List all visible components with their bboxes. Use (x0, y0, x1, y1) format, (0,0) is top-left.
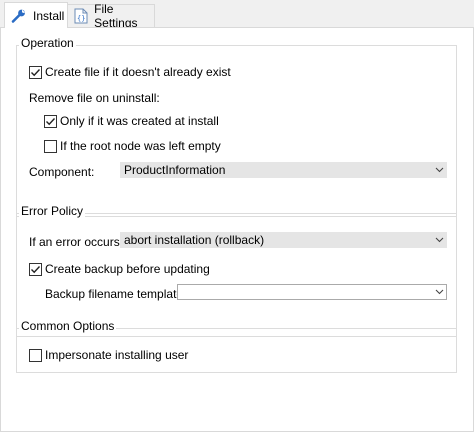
operation-group-title: Operation (19, 36, 76, 50)
error-action-value: abort installation (rollback) (124, 233, 265, 247)
common-options-group-title: Common Options (19, 319, 117, 333)
wrench-icon (11, 7, 27, 25)
tab-install-label: Install (33, 8, 65, 23)
check-icon (31, 68, 41, 76)
install-panel: Operation Create file if it doesn't alre… (0, 27, 474, 432)
error-action-dropdown[interactable]: abort installation (rollback) (120, 232, 447, 248)
if-root-empty-label: If the root node was left empty (60, 139, 221, 153)
impersonate-label: Impersonate installing user (45, 348, 189, 362)
impersonate-option[interactable]: Impersonate installing user (29, 348, 188, 362)
if-root-empty-option[interactable]: If the root node was left empty (44, 139, 221, 153)
error-policy-group-title: Error Policy (19, 204, 86, 218)
component-label-row: Component: (29, 165, 94, 179)
create-file-label: Create file if it doesn't already exist (45, 65, 231, 79)
impersonate-checkbox[interactable] (29, 348, 42, 362)
svg-text:{}: {} (77, 15, 85, 23)
remove-file-heading: Remove file on uninstall: (29, 91, 160, 105)
check-icon (46, 117, 56, 125)
json-file-icon: {} (74, 7, 88, 25)
backup-template-input[interactable] (177, 284, 447, 300)
chevron-down-icon (432, 167, 446, 173)
backup-template-label-row: Backup filename template: (45, 287, 186, 301)
error-label-row: If an error occurs: (29, 235, 123, 249)
backup-template-label: Backup filename template: (45, 287, 187, 301)
create-backup-label: Create backup before updating (45, 262, 210, 276)
create-backup-checkbox[interactable] (29, 262, 42, 276)
chevron-down-icon (432, 237, 446, 243)
tab-file-settings-label: File Settings (94, 2, 138, 30)
operation-group: Operation Create file if it doesn't alre… (16, 36, 457, 217)
component-label: Component: (29, 165, 95, 179)
common-options-group: Common Options Impersonate installing us… (16, 319, 457, 373)
chevron-down-icon (432, 289, 446, 295)
remove-file-label: Remove file on uninstall: (29, 91, 160, 105)
only-if-created-label: Only if it was created at install (60, 114, 219, 128)
tab-file-settings[interactable]: {} File Settings (67, 2, 155, 30)
component-dropdown[interactable]: ProductInformation (120, 162, 447, 178)
if-root-empty-checkbox[interactable] (44, 139, 57, 153)
error-occurs-label: If an error occurs: (29, 235, 124, 249)
create-file-option[interactable]: Create file if it doesn't already exist (29, 65, 231, 79)
check-icon (31, 265, 41, 273)
tab-bar: Install {} File Settings (0, 0, 474, 30)
create-backup-option[interactable]: Create backup before updating (29, 262, 210, 276)
create-file-checkbox[interactable] (29, 65, 42, 79)
only-if-created-option[interactable]: Only if it was created at install (44, 114, 219, 128)
component-value: ProductInformation (124, 163, 226, 177)
tab-install[interactable]: Install (4, 2, 68, 28)
only-if-created-checkbox[interactable] (44, 114, 57, 128)
